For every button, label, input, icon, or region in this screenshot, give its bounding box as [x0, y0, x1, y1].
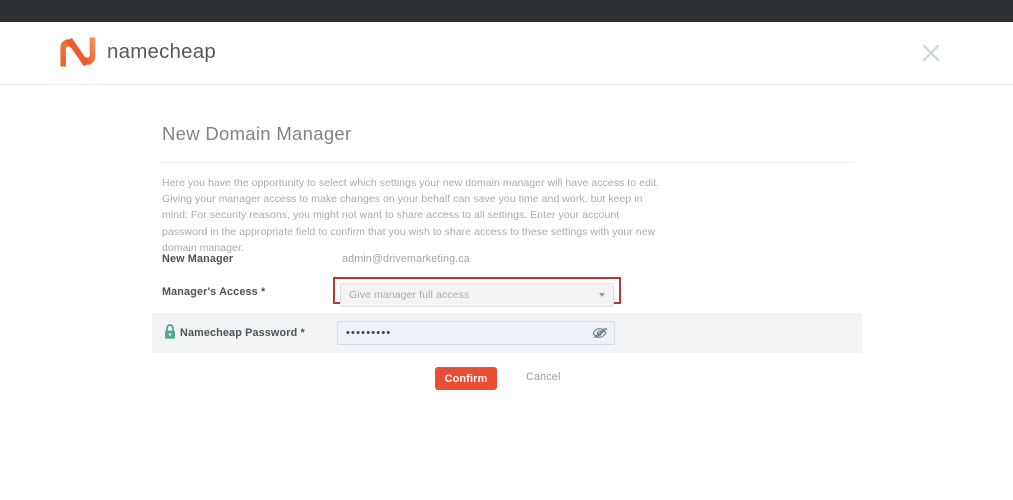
eye-slash-icon[interactable] — [592, 327, 607, 340]
managers-access-select[interactable]: Give manager full access — [340, 283, 614, 307]
lock-icon — [163, 323, 177, 341]
confirm-button[interactable]: Confirm — [435, 367, 497, 390]
namecheap-n-logo-icon — [58, 36, 98, 68]
close-modal-button[interactable] — [917, 39, 945, 67]
new-manager-value: admin@drivemarketing.ca — [342, 253, 470, 265]
managers-access-label: Manager's Access * — [162, 286, 266, 298]
title-divider — [162, 162, 855, 163]
namecheap-password-label: Namecheap Password * — [180, 327, 305, 339]
page-title: New Domain Manager — [162, 123, 352, 144]
brand-wordmark: namecheap — [107, 40, 216, 63]
close-x-icon — [920, 42, 942, 64]
cancel-button[interactable]: Cancel — [526, 371, 561, 383]
intro-paragraph: Here you have the opportunity to select … — [162, 177, 660, 254]
password-masked-value: ••••••••• — [346, 326, 392, 339]
namecheap-password-field[interactable]: ••••••••• — [337, 321, 615, 345]
new-domain-manager-panel: New Domain Manager Here you have the opp… — [0, 85, 1013, 500]
new-manager-label: New Manager — [162, 253, 234, 265]
namecheap-brand[interactable]: namecheap — [58, 36, 216, 68]
top-dark-bar — [0, 0, 1013, 22]
site-header: namecheap — [0, 22, 1013, 85]
chevron-down-icon — [599, 293, 605, 297]
managers-access-selected-value: Give manager full access — [349, 289, 470, 301]
